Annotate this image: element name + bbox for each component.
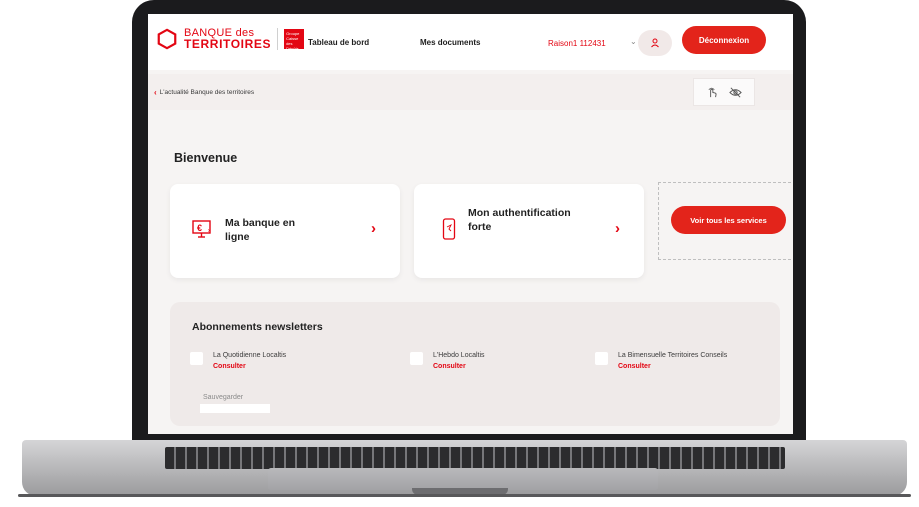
laptop-keyboard [165, 447, 785, 469]
welcome-heading: Bienvenue [174, 151, 238, 165]
logo-line2: TERRITOIRES [184, 37, 272, 51]
newsletter-item: La Bimensuelle Territoires Conseils Cons… [595, 352, 727, 370]
newsletter-name: L'Hebdo Localtis [433, 352, 485, 359]
newsletter-checkbox[interactable] [410, 352, 423, 365]
consult-link[interactable]: Consulter [618, 363, 727, 370]
newsletter-title: Abonnements newsletters [192, 321, 323, 333]
tool-buttons [693, 78, 755, 106]
chevron-right-icon: › [371, 220, 376, 237]
card-label-banking: Ma banque en ligne [225, 217, 296, 243]
user-icon [651, 38, 659, 48]
logo-divider [277, 28, 279, 50]
top-header: BANQUE des TERRITOIRES Groupe Caisse des… [148, 14, 793, 70]
newsletter-name: La Bimensuelle Territoires Conseils [618, 352, 728, 359]
brand-logo[interactable]: BANQUE des TERRITOIRES Groupe Caisse des… [156, 28, 305, 51]
back-link-label: L'actualité Banque des territoires [159, 89, 255, 96]
save-button[interactable]: Sauvegarder [203, 394, 243, 401]
reason-selector[interactable]: Raison1 112431 [548, 39, 606, 48]
logout-button[interactable]: Déconnexion [682, 26, 766, 54]
euro-screen-icon: € x [192, 220, 211, 238]
newsletter-name: La Quotidienne Localtis [213, 352, 287, 359]
laptop-trackpad [268, 468, 658, 490]
eye-slash-icon[interactable] [729, 86, 742, 99]
caisse-depots-badge: Groupe Caisse des Dépôts [284, 29, 305, 51]
newsletter-item: La Quotidienne Localtis Consulter [190, 352, 286, 370]
newsletter-checkbox[interactable] [595, 352, 608, 365]
card-strong-auth[interactable]: Mon authentification forte › [414, 184, 644, 278]
laptop-screen: BANQUE des TERRITOIRES Groupe Caisse des… [148, 14, 793, 434]
card-label-auth: Mon authentification forte [468, 207, 571, 233]
newsletter-panel: Abonnements newsletters La Quotidienne L… [170, 302, 780, 426]
nav-tableau-de-bord[interactable]: Tableau de bord [308, 38, 369, 47]
chevron-right-icon: › [615, 220, 620, 237]
chevron-left-icon: ‹ [154, 88, 157, 97]
laptop-foot [18, 494, 911, 497]
hexagon-logo-icon [157, 28, 177, 50]
card-online-banking[interactable]: € x Ma banque en ligne › [170, 184, 400, 278]
view-all-services-button[interactable]: Voir tous les services [671, 206, 786, 234]
laptop-mockup: BANQUE des TERRITOIRES Groupe Caisse des… [0, 0, 919, 507]
newsletter-checkbox[interactable] [190, 352, 203, 365]
nav-mes-documents[interactable]: Mes documents [420, 38, 480, 47]
user-account-button[interactable] [638, 30, 672, 56]
sub-header: ‹ L'actualité Banque des territoires [148, 74, 793, 110]
back-link[interactable]: ‹ L'actualité Banque des territoires [154, 88, 254, 97]
consult-link[interactable]: Consulter [213, 363, 286, 370]
chevron-down-icon[interactable]: ⌄ [630, 37, 637, 46]
save-field [200, 404, 270, 413]
svg-text:€: € [197, 223, 202, 233]
touch-hand-icon[interactable] [706, 86, 719, 99]
logo-text: BANQUE des TERRITOIRES [184, 28, 272, 51]
consult-link[interactable]: Consulter [433, 363, 485, 370]
newsletter-item: L'Hebdo Localtis Consulter [410, 352, 485, 370]
phone-icon [442, 218, 456, 240]
